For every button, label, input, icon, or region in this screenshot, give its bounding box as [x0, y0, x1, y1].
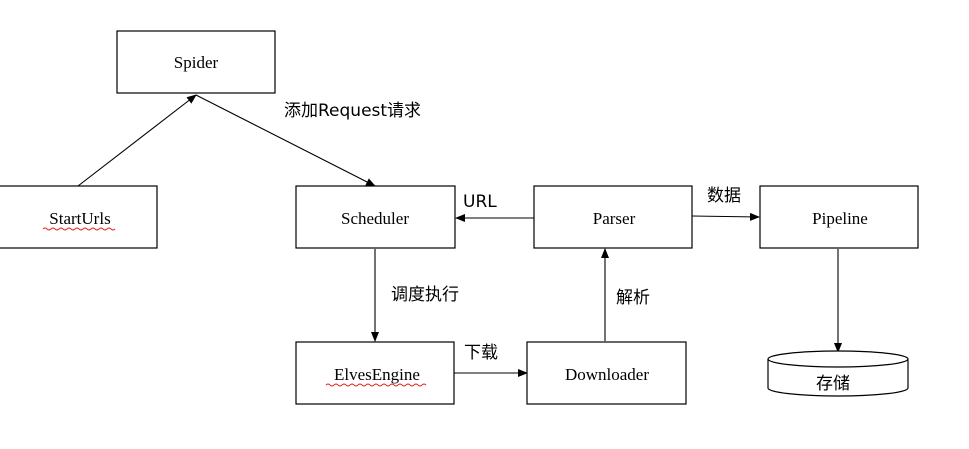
node-parser-label: Parser — [593, 209, 636, 228]
node-start-urls-label: StartUrls — [49, 209, 110, 228]
edge-label-url: URL — [463, 192, 497, 212]
node-storage: 存储 — [767, 350, 909, 397]
edge-starturls-to-spider — [77, 94, 197, 187]
edge-label-add-request: 添加Request请求 — [284, 101, 421, 121]
node-start-urls: StartUrls — [0, 185, 158, 249]
node-pipeline-label: Pipeline — [812, 209, 868, 228]
node-spider: Spider — [116, 30, 276, 94]
node-scheduler-label: Scheduler — [341, 209, 409, 228]
edge-label-download: 下载 — [464, 343, 498, 363]
node-pipeline: Pipeline — [759, 185, 919, 249]
node-downloader-label: Downloader — [565, 365, 649, 384]
edge-label-data: 数据 — [707, 186, 741, 206]
flow-diagram: Spider StartUrls Scheduler Parser Pipeli… — [0, 30, 919, 405]
node-storage-label: 存储 — [816, 374, 850, 394]
node-spider-label: Spider — [174, 53, 219, 72]
edge-label-parse: 解析 — [616, 288, 650, 308]
edge-parser-to-pipeline — [691, 212, 760, 221]
node-scheduler: Scheduler — [295, 185, 456, 249]
edge-label-schedule-execute: 调度执行 — [391, 285, 459, 305]
node-elves-engine-label: ElvesEngine — [334, 365, 420, 384]
node-downloader: Downloader — [526, 341, 687, 405]
node-parser: Parser — [533, 185, 693, 249]
node-elves-engine: ElvesEngine — [295, 341, 455, 405]
